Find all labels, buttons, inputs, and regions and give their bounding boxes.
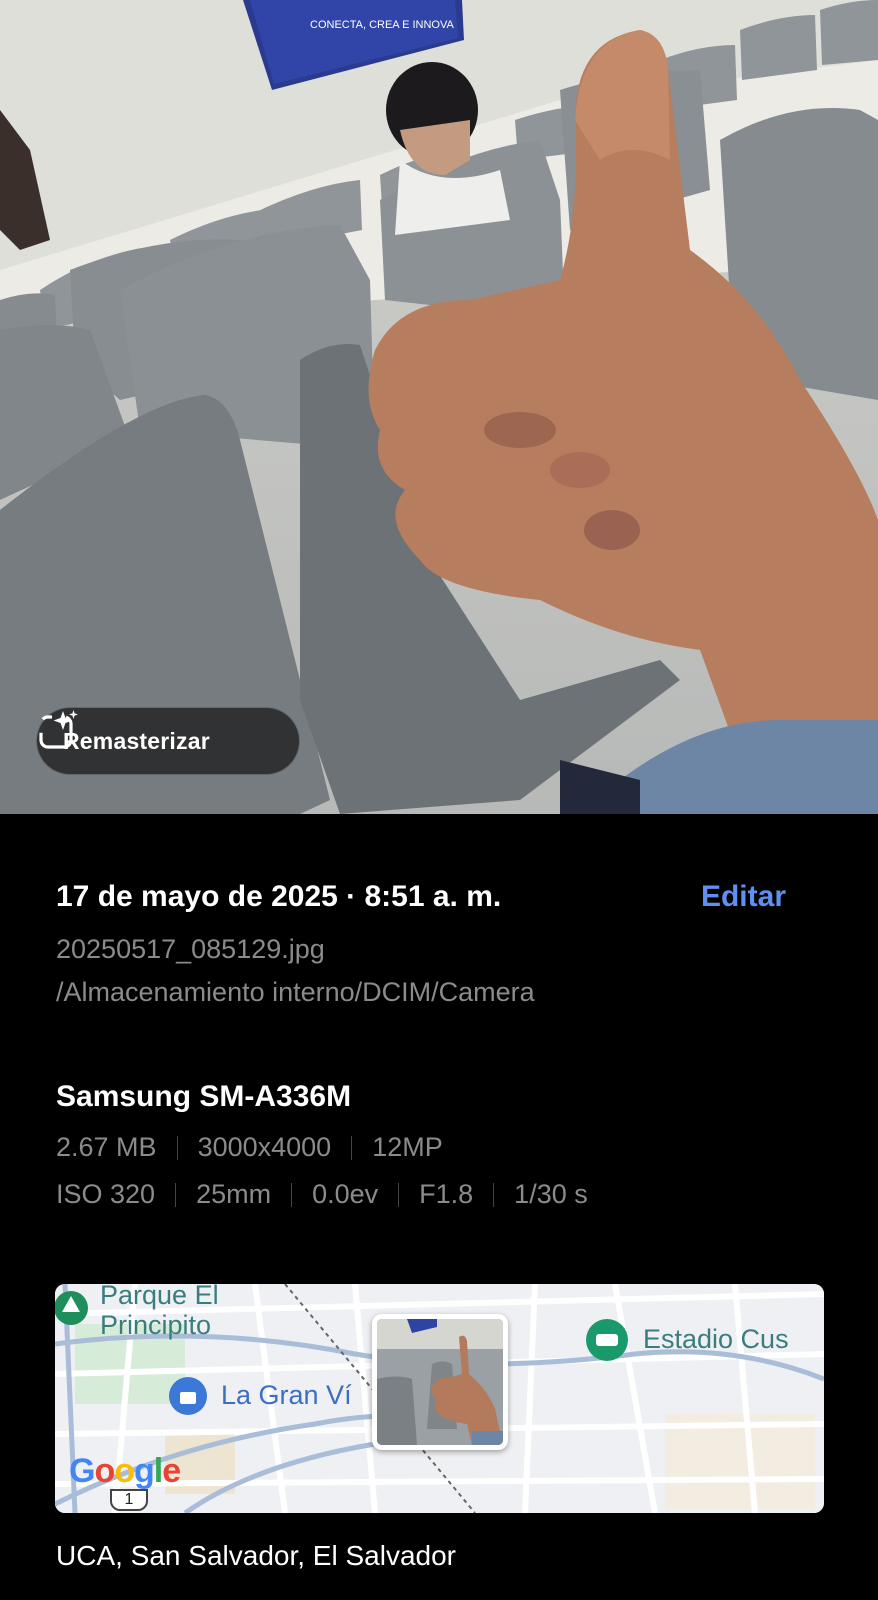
remaster-label: Remasterizar xyxy=(63,727,210,754)
google-logo: Google xyxy=(69,1452,181,1490)
poi-park-line2: Principito xyxy=(100,1310,212,1340)
photo-image: CONECTA, CREA E INNOVA xyxy=(0,0,878,814)
poi-mall-label: La Gran Ví xyxy=(221,1380,352,1410)
divider xyxy=(493,1182,495,1207)
road-number-badge: 1 xyxy=(110,1489,148,1511)
camera-settings-row: ISO 320 25mm 0.0ev F1.8 1/30 s xyxy=(56,1179,806,1210)
sparkle-frame-icon xyxy=(39,710,78,749)
photo-details-panel: 17 de mayo de 2025 · 8:51 a. m. Editar 2… xyxy=(56,880,806,1210)
capture-datetime: 17 de mayo de 2025 · 8:51 a. m. xyxy=(56,880,502,913)
divider xyxy=(398,1182,400,1207)
file-size: 2.67 MB xyxy=(56,1132,157,1162)
projector-text: CONECTA, CREA E INNOVA xyxy=(310,19,455,31)
iso-value: ISO 320 xyxy=(56,1179,156,1209)
divider xyxy=(175,1182,177,1207)
aperture: F1.8 xyxy=(419,1179,474,1209)
device-model: Samsung SM-A336M xyxy=(56,1080,352,1113)
divider xyxy=(176,1135,178,1160)
divider xyxy=(291,1182,293,1207)
image-resolution: 3000x4000 xyxy=(197,1132,332,1162)
focal-length: 25mm xyxy=(196,1179,272,1209)
exposure-value: 0.0ev xyxy=(312,1179,379,1209)
photo-viewer[interactable]: CONECTA, CREA E INNOVA Remasterizar xyxy=(0,0,878,814)
thumbnail-image xyxy=(377,1319,503,1445)
file-name: 20250517_085129.jpg xyxy=(56,934,325,964)
photo-location-thumbnail[interactable] xyxy=(372,1314,508,1450)
file-path: /Almacenamiento interno/DCIM/Camera xyxy=(56,977,535,1007)
remaster-button[interactable]: Remasterizar xyxy=(36,707,300,775)
poi-stadium-label: Estadio Cus xyxy=(643,1324,789,1354)
location-name: UCA, San Salvador, El Salvador xyxy=(56,1540,456,1571)
poi-park-line1: Parque El xyxy=(100,1284,219,1310)
location-map[interactable]: Parque El Principito La Gran Ví Estadio … xyxy=(55,1284,824,1513)
shutter-speed: 1/30 s xyxy=(514,1179,588,1209)
megapixels: 12MP xyxy=(372,1132,443,1162)
edit-details-button[interactable]: Editar xyxy=(701,880,786,914)
file-specs-row: 2.67 MB 3000x4000 12MP xyxy=(56,1132,806,1163)
divider xyxy=(351,1135,353,1160)
